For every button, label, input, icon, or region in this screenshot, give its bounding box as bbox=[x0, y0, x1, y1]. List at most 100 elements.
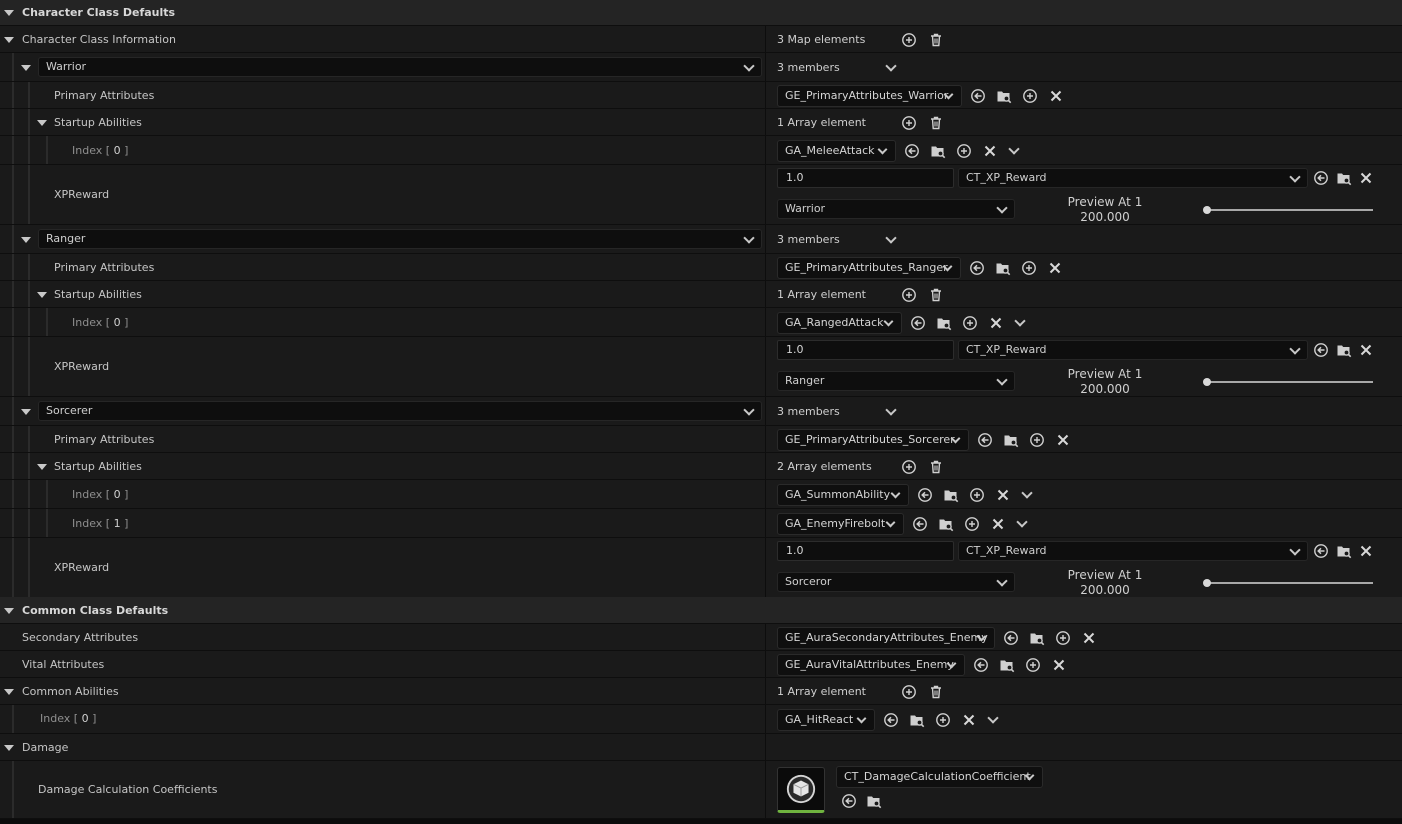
use-selected-icon[interactable] bbox=[904, 143, 920, 159]
browse-asset-icon[interactable] bbox=[930, 143, 946, 159]
row-name-combo[interactable]: Warrior bbox=[777, 199, 1015, 219]
browse-asset-icon[interactable] bbox=[866, 793, 882, 809]
clear-icon[interactable] bbox=[1358, 342, 1374, 358]
insert-icon[interactable] bbox=[1021, 260, 1037, 276]
use-selected-icon[interactable] bbox=[970, 88, 986, 104]
ability-picker-chevron-icon[interactable] bbox=[856, 713, 867, 724]
insert-icon[interactable] bbox=[935, 712, 951, 728]
xp-value-input[interactable]: 1.0 bbox=[777, 340, 954, 360]
clear-icon[interactable] bbox=[1358, 170, 1374, 186]
browse-asset-icon[interactable] bbox=[1336, 342, 1352, 358]
use-selected-icon[interactable] bbox=[910, 315, 926, 331]
use-selected-icon[interactable] bbox=[883, 712, 899, 728]
use-selected-icon[interactable] bbox=[973, 657, 989, 673]
map-key-chevron-icon[interactable] bbox=[743, 60, 755, 72]
map-entry-arrow-icon[interactable] bbox=[21, 65, 31, 71]
clear-icon[interactable] bbox=[961, 712, 977, 728]
browse-asset-icon[interactable] bbox=[1336, 543, 1352, 559]
clear-icon[interactable] bbox=[1358, 543, 1374, 559]
clear-icon[interactable] bbox=[988, 315, 1004, 331]
curve-table-combo[interactable]: CT_XP_Reward bbox=[958, 168, 1308, 188]
expand-arrow-icon[interactable] bbox=[4, 37, 14, 43]
map-key-chevron-icon[interactable] bbox=[743, 232, 755, 244]
map-entry-arrow-icon[interactable] bbox=[21, 409, 31, 415]
browse-asset-icon[interactable] bbox=[1029, 630, 1045, 646]
preview-slider-knob[interactable] bbox=[1203, 579, 1211, 587]
use-selected-icon[interactable] bbox=[1003, 630, 1019, 646]
remove-all-icon[interactable] bbox=[928, 32, 944, 48]
browse-asset-icon[interactable] bbox=[943, 487, 959, 503]
clear-icon[interactable] bbox=[1051, 657, 1067, 673]
insert-icon[interactable] bbox=[962, 315, 978, 331]
browse-asset-icon[interactable] bbox=[936, 315, 952, 331]
remove-all-icon[interactable] bbox=[928, 459, 944, 475]
curve-table-chevron-icon[interactable] bbox=[1289, 343, 1301, 355]
ability-picker[interactable]: GA_HitReact bbox=[777, 709, 875, 731]
remove-all-icon[interactable] bbox=[928, 684, 944, 700]
insert-icon[interactable] bbox=[956, 143, 972, 159]
expand-arrow-icon[interactable] bbox=[37, 292, 47, 298]
use-selected-icon[interactable] bbox=[1313, 543, 1329, 559]
preview-slider[interactable] bbox=[1207, 381, 1373, 383]
map-key-chevron-icon[interactable] bbox=[743, 404, 755, 416]
ability-picker-chevron-icon[interactable] bbox=[890, 488, 901, 499]
browse-asset-icon[interactable] bbox=[995, 260, 1011, 276]
damage-curve-table-picker[interactable]: CT_DamageCalculationCoefficient bbox=[836, 766, 1043, 788]
browse-asset-icon[interactable] bbox=[999, 657, 1015, 673]
secondary-attributes-picker[interactable]: GE_AuraSecondaryAttributes_Enemy bbox=[777, 627, 995, 649]
asset-thumbnail[interactable] bbox=[777, 767, 825, 813]
insert-icon[interactable] bbox=[969, 487, 985, 503]
ability-picker[interactable]: GA_MeleeAttack bbox=[777, 140, 896, 162]
preview-slider[interactable] bbox=[1207, 582, 1373, 584]
insert-icon[interactable] bbox=[1025, 657, 1041, 673]
row-name-combo[interactable]: Ranger bbox=[777, 371, 1015, 391]
add-element-icon[interactable] bbox=[901, 459, 917, 475]
clear-icon[interactable] bbox=[990, 516, 1006, 532]
ability-picker[interactable]: GA_SummonAbility bbox=[777, 484, 909, 506]
vital-attributes-picker[interactable]: GE_AuraVitalAttributes_Enemy bbox=[777, 654, 965, 676]
use-selected-icon[interactable] bbox=[969, 260, 985, 276]
expand-arrow-icon[interactable] bbox=[37, 464, 47, 470]
map-key-combo[interactable]: Ranger bbox=[38, 229, 762, 249]
use-selected-icon[interactable] bbox=[917, 487, 933, 503]
use-selected-icon[interactable] bbox=[977, 432, 993, 448]
insert-icon[interactable] bbox=[1055, 630, 1071, 646]
remove-all-icon[interactable] bbox=[928, 287, 944, 303]
ability-picker-chevron-icon[interactable] bbox=[885, 517, 896, 528]
preview-slider[interactable] bbox=[1207, 209, 1373, 211]
insert-icon[interactable] bbox=[964, 516, 980, 532]
use-selected-icon[interactable] bbox=[841, 793, 857, 809]
expand-arrow-icon[interactable] bbox=[4, 689, 14, 695]
ability-picker[interactable]: GA_EnemyFirebolt bbox=[777, 513, 904, 535]
curve-table-chevron-icon[interactable] bbox=[1289, 171, 1301, 183]
browse-asset-icon[interactable] bbox=[938, 516, 954, 532]
clear-icon[interactable] bbox=[982, 143, 998, 159]
xp-value-input[interactable]: 1.0 bbox=[777, 168, 954, 188]
ability-picker-chevron-icon[interactable] bbox=[877, 144, 888, 155]
row-name-chevron-icon[interactable] bbox=[996, 202, 1008, 214]
row-name-chevron-icon[interactable] bbox=[996, 575, 1008, 587]
clear-icon[interactable] bbox=[1047, 260, 1063, 276]
map-key-combo[interactable]: Sorcerer bbox=[38, 401, 762, 421]
row-name-chevron-icon[interactable] bbox=[996, 374, 1008, 386]
xp-value-input[interactable]: 1.0 bbox=[777, 541, 954, 561]
ability-picker[interactable]: GA_RangedAttack bbox=[777, 312, 902, 334]
expand-arrow-icon[interactable] bbox=[37, 120, 47, 126]
curve-table-chevron-icon[interactable] bbox=[1289, 544, 1301, 556]
primary-attributes-picker[interactable]: GE_PrimaryAttributes_Warrior bbox=[777, 85, 962, 107]
preview-slider-knob[interactable] bbox=[1203, 206, 1211, 214]
clear-icon[interactable] bbox=[995, 487, 1011, 503]
add-element-icon[interactable] bbox=[901, 287, 917, 303]
browse-asset-icon[interactable] bbox=[1003, 432, 1019, 448]
use-selected-icon[interactable] bbox=[1313, 342, 1329, 358]
map-entry-arrow-icon[interactable] bbox=[21, 237, 31, 243]
add-element-icon[interactable] bbox=[901, 32, 917, 48]
use-selected-icon[interactable] bbox=[1313, 170, 1329, 186]
row-name-combo[interactable]: Sorceror bbox=[777, 572, 1015, 592]
preview-slider-knob[interactable] bbox=[1203, 378, 1211, 386]
clear-icon[interactable] bbox=[1055, 432, 1071, 448]
ability-picker-chevron-icon[interactable] bbox=[883, 316, 894, 327]
clear-icon[interactable] bbox=[1081, 630, 1097, 646]
browse-asset-icon[interactable] bbox=[909, 712, 925, 728]
primary-attributes-picker[interactable]: GE_PrimaryAttributes_Ranger bbox=[777, 257, 961, 279]
